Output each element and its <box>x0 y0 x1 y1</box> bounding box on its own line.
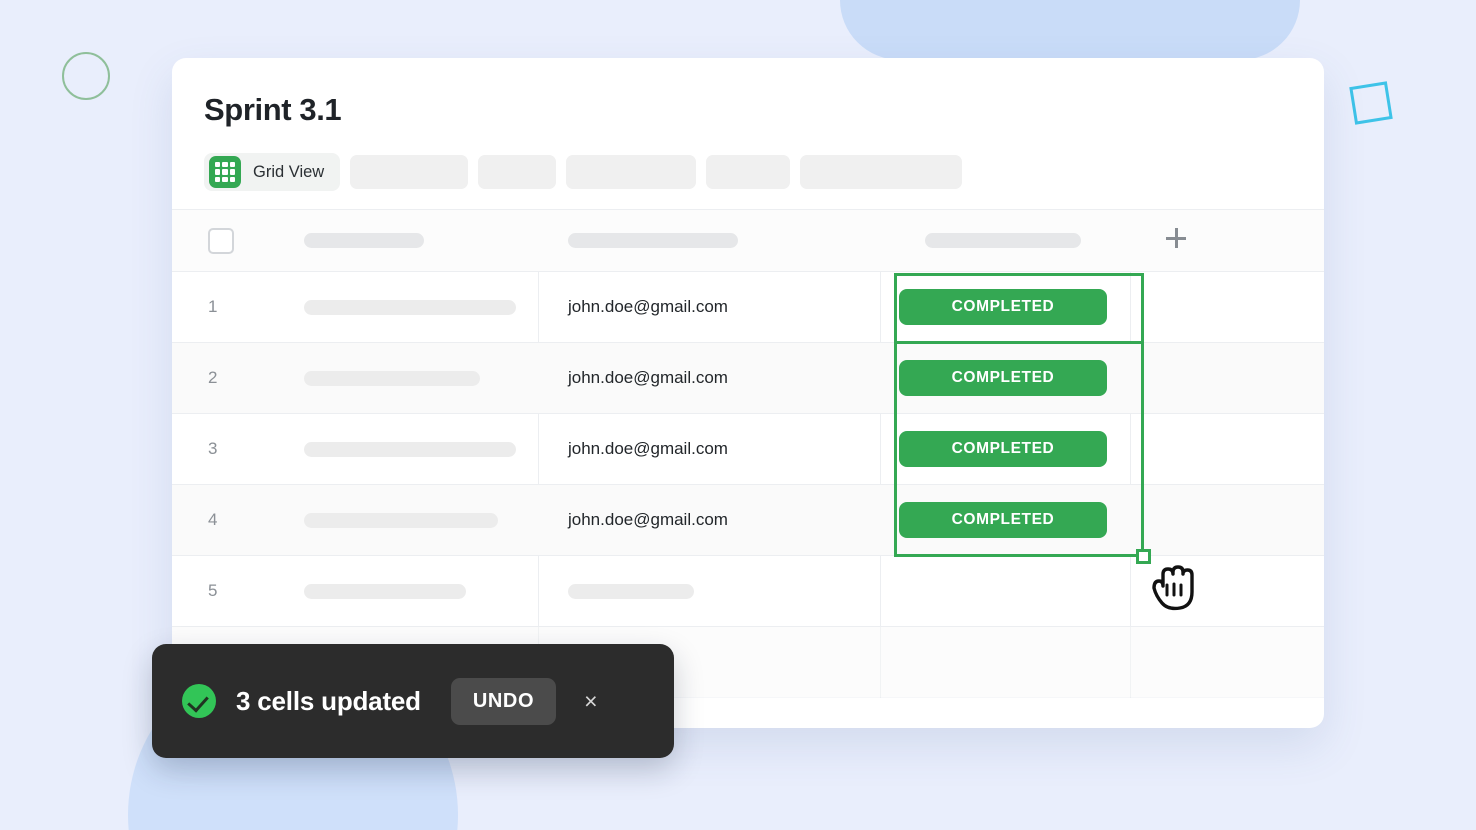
table-row[interactable]: 4 john.doe@gmail.com COMPLETED <box>172 485 1324 556</box>
name-skeleton <box>304 299 516 315</box>
tab-placeholder-2[interactable] <box>478 155 557 189</box>
card-header: Sprint 3.1 Grid View <box>172 58 1324 209</box>
tab-grid-view[interactable]: Grid View <box>204 153 341 191</box>
header-cell-name[interactable] <box>304 233 536 248</box>
row-number: 4 <box>208 510 218 529</box>
page-background: Sprint 3.1 Grid View 1 john.doe@gmail.co… <box>0 0 1476 830</box>
cell-status[interactable]: COMPLETED <box>878 431 1128 467</box>
decorative-blob-top <box>840 0 1300 60</box>
name-skeleton <box>304 512 498 528</box>
close-icon[interactable]: × <box>584 688 597 715</box>
status-badge: COMPLETED <box>899 360 1107 396</box>
tab-placeholder-4[interactable] <box>706 155 791 189</box>
tab-placeholder-1[interactable] <box>350 155 469 189</box>
status-badge: COMPLETED <box>899 431 1107 467</box>
status-badge: COMPLETED <box>899 502 1107 538</box>
tab-placeholder-3[interactable] <box>566 155 697 189</box>
select-all-cell <box>172 227 304 254</box>
cell-name[interactable] <box>304 441 536 457</box>
page-title: Sprint 3.1 <box>204 92 342 127</box>
cell-email[interactable] <box>536 583 878 599</box>
row-number: 3 <box>208 439 218 458</box>
table-row[interactable]: 2 john.doe@gmail.com COMPLETED <box>172 343 1324 414</box>
data-grid: 1 john.doe@gmail.com COMPLETED 2 john.do… <box>172 209 1324 698</box>
grid-icon <box>209 156 241 188</box>
cell-email[interactable]: john.doe@gmail.com <box>536 368 878 388</box>
cell-status[interactable]: COMPLETED <box>878 360 1128 396</box>
email-skeleton <box>568 583 694 599</box>
decorative-circle <box>62 52 110 100</box>
table-row[interactable]: 3 john.doe@gmail.com COMPLETED <box>172 414 1324 485</box>
status-badge: COMPLETED <box>899 289 1107 325</box>
undo-button[interactable]: UNDO <box>450 677 557 725</box>
name-skeleton <box>304 441 516 457</box>
select-all-checkbox[interactable] <box>208 227 234 254</box>
cell-status[interactable]: COMPLETED <box>878 289 1128 325</box>
cell-email[interactable]: john.doe@gmail.com <box>536 510 878 530</box>
header-cell-status[interactable] <box>878 233 1128 248</box>
grabbing-hand-cursor <box>1152 565 1194 611</box>
check-circle-icon <box>182 684 216 718</box>
name-skeleton <box>304 370 480 386</box>
toast-notification: 3 cells updated UNDO × <box>152 644 674 758</box>
row-number: 2 <box>208 368 218 387</box>
cell-name[interactable] <box>304 370 536 386</box>
row-number: 1 <box>208 297 218 316</box>
cell-name[interactable] <box>304 583 536 599</box>
cell-email[interactable]: john.doe@gmail.com <box>536 297 878 317</box>
toast-message: 3 cells updated <box>236 685 421 716</box>
name-skeleton <box>304 583 466 599</box>
tab-grid-view-label: Grid View <box>253 162 325 181</box>
cell-name[interactable] <box>304 299 536 315</box>
cell-name[interactable] <box>304 512 536 528</box>
add-column-cell[interactable] <box>1128 228 1324 253</box>
view-tab-bar: Grid View <box>204 153 1292 209</box>
table-header-row <box>172 210 1324 272</box>
header-cell-email[interactable] <box>536 233 878 248</box>
plus-icon[interactable] <box>1166 228 1186 248</box>
row-number: 5 <box>208 581 218 600</box>
header-email-skeleton <box>568 233 738 248</box>
cell-status[interactable]: COMPLETED <box>878 502 1128 538</box>
table-row[interactable]: 1 john.doe@gmail.com COMPLETED <box>172 272 1324 343</box>
app-card: Sprint 3.1 Grid View 1 john.doe@gmail.co… <box>172 58 1324 728</box>
decorative-square <box>1349 81 1393 125</box>
tab-placeholder-5[interactable] <box>800 155 963 189</box>
header-status-skeleton <box>925 233 1081 248</box>
header-name-skeleton <box>304 233 424 248</box>
cell-email[interactable]: john.doe@gmail.com <box>536 439 878 459</box>
